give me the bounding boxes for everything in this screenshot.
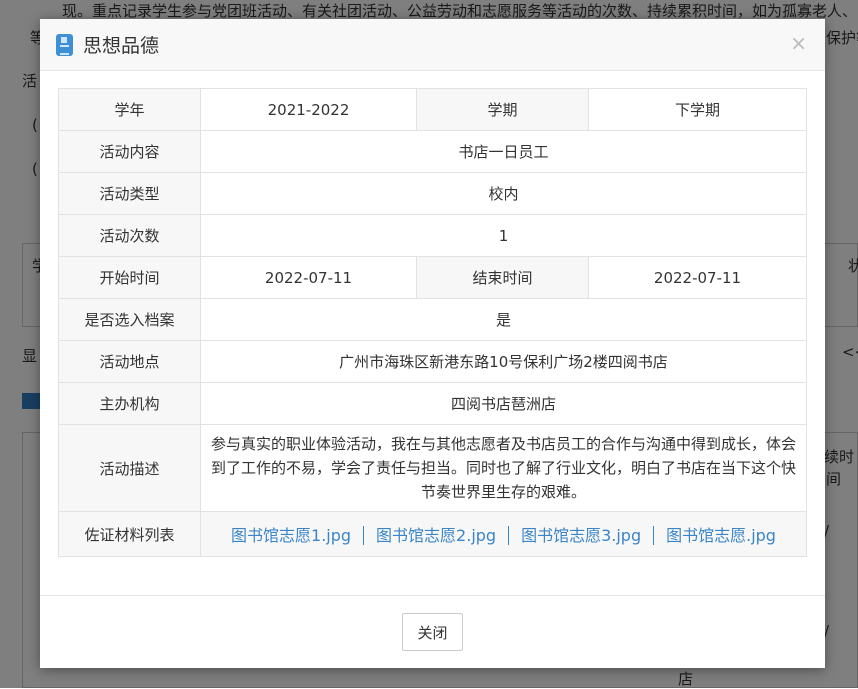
dialog-title: 思想品德 [83,31,159,58]
file-link[interactable]: 图书馆志愿3.jpg [509,526,654,545]
count-label: 活动次数 [59,215,201,257]
evidence-file-list: 图书馆志愿1.jpg图书馆志愿2.jpg图书馆志愿3.jpg图书馆志愿.jpg [201,512,807,557]
location-value: 广州市海珠区新港东路10号保利广场2楼四阅书店 [201,341,807,383]
start-value: 2022-07-11 [201,257,417,299]
table-row: 是否选入档案 是 [59,299,807,341]
close-button[interactable]: 关闭 [402,613,463,651]
year-label: 学年 [59,89,201,131]
files-label: 佐证材料列表 [59,512,201,557]
archive-value: 是 [201,299,807,341]
content-label: 活动内容 [59,131,201,173]
dialog-header: 思想品德 × [40,19,825,71]
file-link[interactable]: 图书馆志愿.jpg [654,526,788,545]
end-value: 2022-07-11 [589,257,807,299]
content-value: 书店一日员工 [201,131,807,173]
dialog-footer-divider [40,595,825,596]
term-value: 下学期 [589,89,807,131]
description-label: 活动描述 [59,425,201,512]
location-label: 活动地点 [59,341,201,383]
table-row: 活动次数 1 [59,215,807,257]
table-row: 学年 2021-2022 学期 下学期 [59,89,807,131]
description-value: 参与真实的职业体验活动，我在与其他志愿者及书店员工的合作与沟通中得到成长，体会到… [201,425,807,512]
archive-label: 是否选入档案 [59,299,201,341]
table-row: 活动描述 参与真实的职业体验活动，我在与其他志愿者及书店员工的合作与沟通中得到成… [59,425,807,512]
org-label: 主办机构 [59,383,201,425]
table-row: 主办机构 四阅书店琶洲店 [59,383,807,425]
table-row: 活动类型 校内 [59,173,807,215]
moral-character-dialog: 思想品德 × 学年 2021-2022 学期 下学期 活动内容 书店一日员工 活… [40,19,825,668]
file-link[interactable]: 图书馆志愿2.jpg [364,526,509,545]
type-label: 活动类型 [59,173,201,215]
activity-detail-table: 学年 2021-2022 学期 下学期 活动内容 书店一日员工 活动类型 校内 … [58,88,807,557]
table-row: 活动内容 书店一日员工 [59,131,807,173]
end-label: 结束时间 [417,257,589,299]
count-value: 1 [201,215,807,257]
org-value: 四阅书店琶洲店 [201,383,807,425]
year-value: 2021-2022 [201,89,417,131]
table-row: 活动地点 广州市海珠区新港东路10号保利广场2楼四阅书店 [59,341,807,383]
close-icon[interactable]: × [790,31,807,55]
type-value: 校内 [201,173,807,215]
file-link[interactable]: 图书馆志愿1.jpg [219,526,364,545]
table-row: 佐证材料列表 图书馆志愿1.jpg图书馆志愿2.jpg图书馆志愿3.jpg图书馆… [59,512,807,557]
start-label: 开始时间 [59,257,201,299]
table-row: 开始时间 2022-07-11 结束时间 2022-07-11 [59,257,807,299]
document-icon [56,34,73,56]
term-label: 学期 [417,89,589,131]
